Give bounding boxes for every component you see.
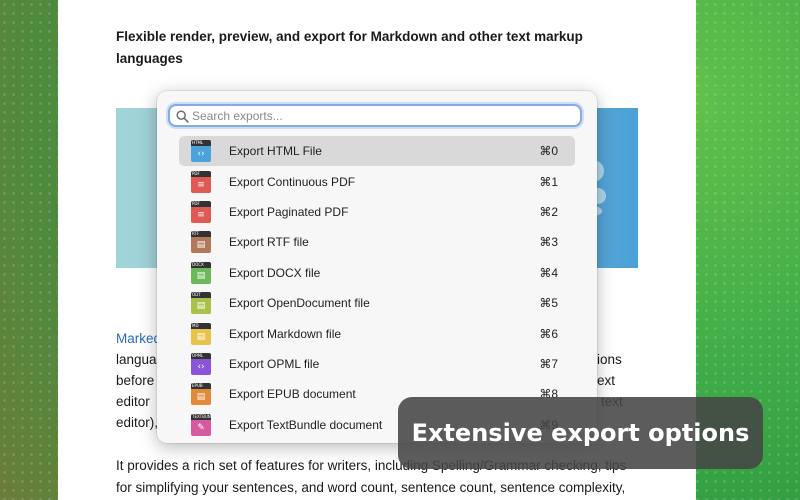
export-item[interactable]: PDF ≡ Export Continuous PDF ⌘1 <box>179 166 575 196</box>
keyboard-shortcut: ⌘5 <box>539 296 558 311</box>
export-item-label: Export OpenDocument file <box>229 296 370 311</box>
export-item-label: Export OPML file <box>229 356 320 371</box>
paragraph-line: editor), <box>116 415 159 430</box>
export-list: HTML ‹› Export HTML File ⌘0 PDF ≡ Export Conti… <box>179 136 575 440</box>
docx-file-icon: DOCX ▤ <box>191 261 211 284</box>
export-item-label: Export RTF file <box>229 235 309 250</box>
export-item-label: Export Markdown file <box>229 326 342 341</box>
html-file-icon: HTML ‹› <box>191 140 211 163</box>
paragraph-fragment: ext <box>597 373 616 388</box>
rtf-file-icon: RTF ▤ <box>191 231 211 254</box>
markdown-file-icon: MD ▤ <box>191 322 211 345</box>
export-item-label: Export Paginated PDF <box>229 204 349 219</box>
epub-file-icon: EPUB ▤ <box>191 383 211 406</box>
marked-link[interactable]: Marked <box>116 328 161 349</box>
keyboard-shortcut: ⌘7 <box>539 356 558 371</box>
export-panel: HTML‹› Export HTML File ⌘0 PDF≡ Export Conti… <box>157 91 597 443</box>
export-item[interactable]: OPML ‹› Export OPML file ⌘7 <box>179 349 575 379</box>
odt-file-icon: ODT ▤ <box>191 292 211 315</box>
search-icon <box>176 110 189 123</box>
textbundle-file-icon: TEXTBUNDLE✎ <box>191 413 211 436</box>
export-item[interactable]: HTML ‹› Export HTML File ⌘0 <box>179 136 575 167</box>
pdf-file-icon: PDF ≡ <box>191 170 211 193</box>
opml-file-icon: OPML ‹› <box>191 352 211 375</box>
export-item[interactable]: DOCX ▤ Export DOCX file ⌘4 <box>179 258 575 288</box>
export-item[interactable]: ODT ▤ Export OpenDocument file ⌘5 <box>179 288 575 318</box>
export-item[interactable]: PDF ≡ Export Paginated PDF ⌘2 <box>179 197 575 227</box>
keyboard-shortcut: ⌘2 <box>539 204 558 219</box>
keyboard-shortcut: ⌘6 <box>539 326 558 341</box>
keyboard-shortcut: ⌘1 <box>539 174 558 189</box>
export-item-label: Export Continuous PDF <box>229 174 356 189</box>
document-paragraph: Marked langua before editor editor), <box>116 328 161 433</box>
banner-text: Extensive export options <box>411 419 750 447</box>
keyboard-shortcut: ⌘4 <box>539 265 558 280</box>
export-item-label: Export HTML File <box>229 144 322 159</box>
paragraph-fragment: ions <box>597 352 622 367</box>
pdf-file-icon: PDF ≡ <box>191 200 211 223</box>
document-heading: Flexible render, preview, and export for… <box>116 29 583 66</box>
export-item[interactable]: MD ▤ Export Markdown file ⌘6 <box>179 318 575 348</box>
paragraph-line: langua <box>116 352 157 367</box>
search-input[interactable] <box>192 106 572 125</box>
paragraph-line: editor <box>116 394 150 409</box>
search-field[interactable] <box>168 104 582 127</box>
keyboard-shortcut: ⌘3 <box>539 235 558 250</box>
paragraph-line: before <box>116 373 155 388</box>
export-item[interactable]: RTF ▤ Export RTF file ⌘3 <box>179 227 575 257</box>
export-item-label: Export DOCX file <box>229 265 321 280</box>
feature-banner: Extensive export options <box>398 397 763 469</box>
keyboard-shortcut: ⌘0 <box>539 144 558 159</box>
